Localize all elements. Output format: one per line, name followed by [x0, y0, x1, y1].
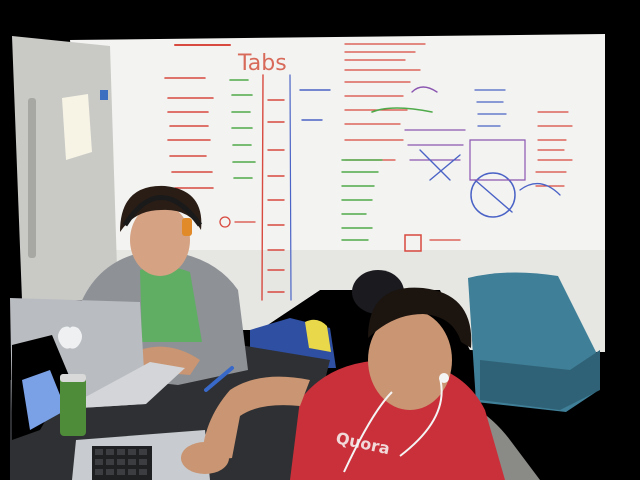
fridge-handle — [28, 98, 36, 258]
soda-can-top — [60, 374, 86, 382]
apple-logo-icon — [58, 326, 82, 349]
headphone-cup — [182, 218, 192, 236]
earbud-icon — [439, 373, 449, 383]
fridge-note — [62, 94, 92, 160]
fridge-magnet — [100, 90, 108, 100]
right-person-hand — [181, 442, 229, 474]
photo-scene: Tabs Quora — [0, 0, 640, 480]
soda-can — [60, 374, 86, 436]
keyboard-keys — [95, 449, 147, 475]
refrigerator — [12, 36, 118, 300]
whiteboard-header: Tabs — [237, 51, 287, 76]
